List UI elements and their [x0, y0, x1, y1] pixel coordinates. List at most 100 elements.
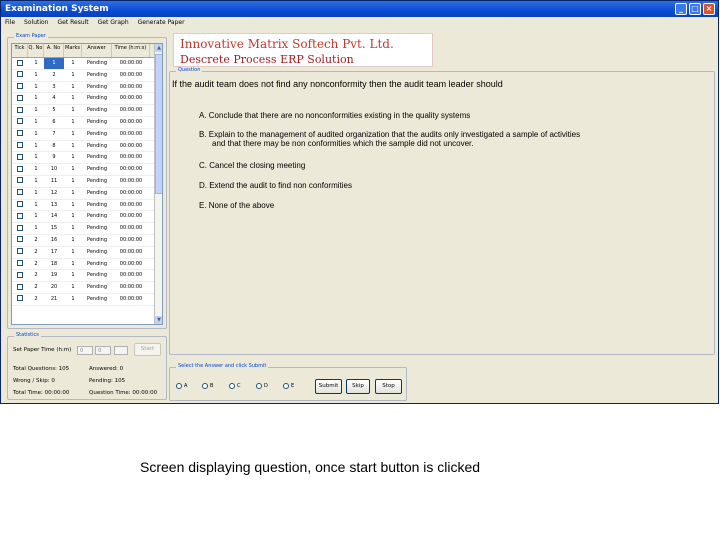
row-checkbox[interactable]: [17, 83, 23, 90]
row-tick-cell: [12, 117, 28, 128]
table-row[interactable]: 1 3 1 Pending 00:00:00: [12, 82, 162, 94]
table-row[interactable]: 1 10 1 Pending 00:00:00: [12, 164, 162, 176]
row-q-no: 2: [34, 272, 38, 279]
row-time: 00:00:00: [119, 107, 143, 114]
col-a-no[interactable]: A. No: [44, 44, 64, 57]
row-tick-cell: [12, 223, 28, 234]
row-checkbox[interactable]: [17, 142, 23, 149]
window-title: Examination System: [5, 4, 109, 14]
row-checkbox[interactable]: [17, 248, 23, 255]
menu-file[interactable]: File: [5, 17, 15, 29]
hours-input[interactable]: 0: [77, 346, 93, 355]
scroll-down-icon[interactable]: ▼: [155, 316, 162, 324]
row-tick-cell: [12, 164, 28, 175]
radio-d-icon[interactable]: [256, 383, 262, 389]
row-marks: 1: [71, 225, 75, 232]
row-a-no: 1: [44, 58, 64, 69]
row-marks: 1: [71, 71, 75, 78]
table-row[interactable]: 1 4 1 Pending 00:00:00: [12, 93, 162, 106]
table-row[interactable]: 2 16 1 Pending 00:00:00: [12, 235, 162, 247]
row-checkbox[interactable]: [17, 224, 23, 231]
radio-a[interactable]: A: [176, 383, 187, 389]
row-a-no: 8: [52, 142, 56, 149]
menu-solution[interactable]: Solution: [24, 17, 48, 29]
table-row[interactable]: 1 1 1 Pending 00:00:00: [12, 58, 162, 70]
col-marks[interactable]: Marks: [64, 44, 82, 57]
col-time[interactable]: Time (h:m:s): [112, 44, 150, 57]
radio-d[interactable]: D: [256, 383, 268, 389]
row-checkbox[interactable]: [17, 271, 23, 278]
submit-button[interactable]: Submit: [315, 379, 342, 394]
col-answer[interactable]: Answer: [82, 44, 112, 57]
row-checkbox[interactable]: [17, 189, 23, 196]
row-tick-cell: [12, 247, 28, 258]
maximize-icon[interactable]: □: [689, 3, 701, 15]
radio-c-icon[interactable]: [229, 383, 235, 389]
skip-button[interactable]: Skip: [346, 379, 370, 394]
minutes-input[interactable]: 0: [95, 346, 111, 355]
table-row[interactable]: 1 11 1 Pending 00:00:00: [12, 176, 162, 188]
row-tick-cell: [12, 152, 28, 163]
table-row[interactable]: 1 5 1 Pending 00:00:00: [12, 105, 162, 117]
row-answer: Pending: [87, 71, 107, 78]
start-button[interactable]: Start: [134, 343, 161, 356]
table-row[interactable]: 1 8 1 Pending 00:00:00: [12, 141, 162, 153]
row-q-no: 1: [34, 225, 38, 232]
close-icon[interactable]: ×: [703, 3, 715, 15]
row-answer: Pending: [87, 107, 107, 114]
row-checkbox[interactable]: [17, 59, 23, 66]
table-row[interactable]: 1 7 1 Pending 00:00:00: [12, 129, 162, 141]
row-checkbox[interactable]: [17, 295, 23, 302]
col-q-no[interactable]: Q. No: [28, 44, 44, 57]
col-tick[interactable]: Tick: [12, 44, 28, 57]
answer-group-title: Select the Answer and click Submit: [176, 363, 269, 369]
stop-button[interactable]: Stop: [375, 379, 402, 394]
table-row[interactable]: 2 17 1 Pending 00:00:00: [12, 247, 162, 259]
table-row[interactable]: 2 18 1 Pending 00:00:00: [12, 259, 162, 271]
slide-caption: Screen displaying question, once start b…: [140, 459, 481, 475]
row-time: 00:00:00: [119, 60, 143, 66]
row-checkbox[interactable]: [17, 201, 23, 208]
menu-get-result[interactable]: Get Result: [58, 17, 89, 29]
row-checkbox[interactable]: [17, 94, 23, 101]
row-checkbox[interactable]: [17, 212, 23, 219]
row-checkbox[interactable]: [17, 165, 23, 172]
row-checkbox[interactable]: [17, 177, 23, 184]
row-checkbox[interactable]: [17, 236, 23, 243]
table-row[interactable]: 2 21 1 Pending 00:00:00: [12, 294, 162, 306]
menu-get-graph[interactable]: Get Graph: [98, 17, 129, 29]
grid-scrollbar[interactable]: ▲ ▼: [154, 44, 162, 324]
table-row[interactable]: 2 20 1 Pending 00:00:00: [12, 282, 162, 294]
table-row[interactable]: 1 13 1 Pending 00:00:00: [12, 200, 162, 212]
scroll-up-icon[interactable]: ▲: [155, 44, 162, 52]
row-checkbox[interactable]: [17, 283, 23, 290]
radio-b[interactable]: B: [202, 383, 213, 389]
table-row[interactable]: 1 9 1 Pending 00:00:00: [12, 152, 162, 165]
row-checkbox[interactable]: [17, 118, 23, 125]
radio-a-icon[interactable]: [176, 383, 182, 389]
row-checkbox[interactable]: [17, 130, 23, 137]
radio-e-icon[interactable]: [283, 383, 289, 389]
table-row[interactable]: 1 14 1 Pending 00:00:00: [12, 211, 162, 224]
row-checkbox[interactable]: [17, 106, 23, 113]
minimize-icon[interactable]: _: [675, 3, 687, 15]
radio-e[interactable]: E: [283, 383, 294, 389]
title-bar: Examination System _ □ ×: [1, 1, 718, 17]
table-row[interactable]: 1 2 1 Pending 00:00:00: [12, 70, 162, 82]
row-checkbox[interactable]: [17, 153, 23, 160]
row-answer: Pending: [87, 295, 107, 302]
row-a-no: 3: [52, 83, 56, 90]
menu-generate-paper[interactable]: Generate Paper: [138, 17, 185, 29]
row-checkbox[interactable]: [17, 260, 23, 267]
time-spinner[interactable]: [114, 346, 128, 355]
scroll-thumb[interactable]: [155, 54, 162, 194]
row-time: 00:00:00: [119, 248, 143, 255]
row-time: 00:00:00: [119, 83, 143, 90]
table-row[interactable]: 1 6 1 Pending 00:00:00: [12, 117, 162, 129]
table-row[interactable]: 2 19 1 Pending 00:00:00: [12, 270, 162, 283]
radio-b-icon[interactable]: [202, 383, 208, 389]
row-checkbox[interactable]: [17, 71, 23, 78]
table-row[interactable]: 1 12 1 Pending 00:00:00: [12, 188, 162, 200]
radio-c[interactable]: C: [229, 383, 241, 389]
table-row[interactable]: 1 15 1 Pending 00:00:00: [12, 223, 162, 235]
